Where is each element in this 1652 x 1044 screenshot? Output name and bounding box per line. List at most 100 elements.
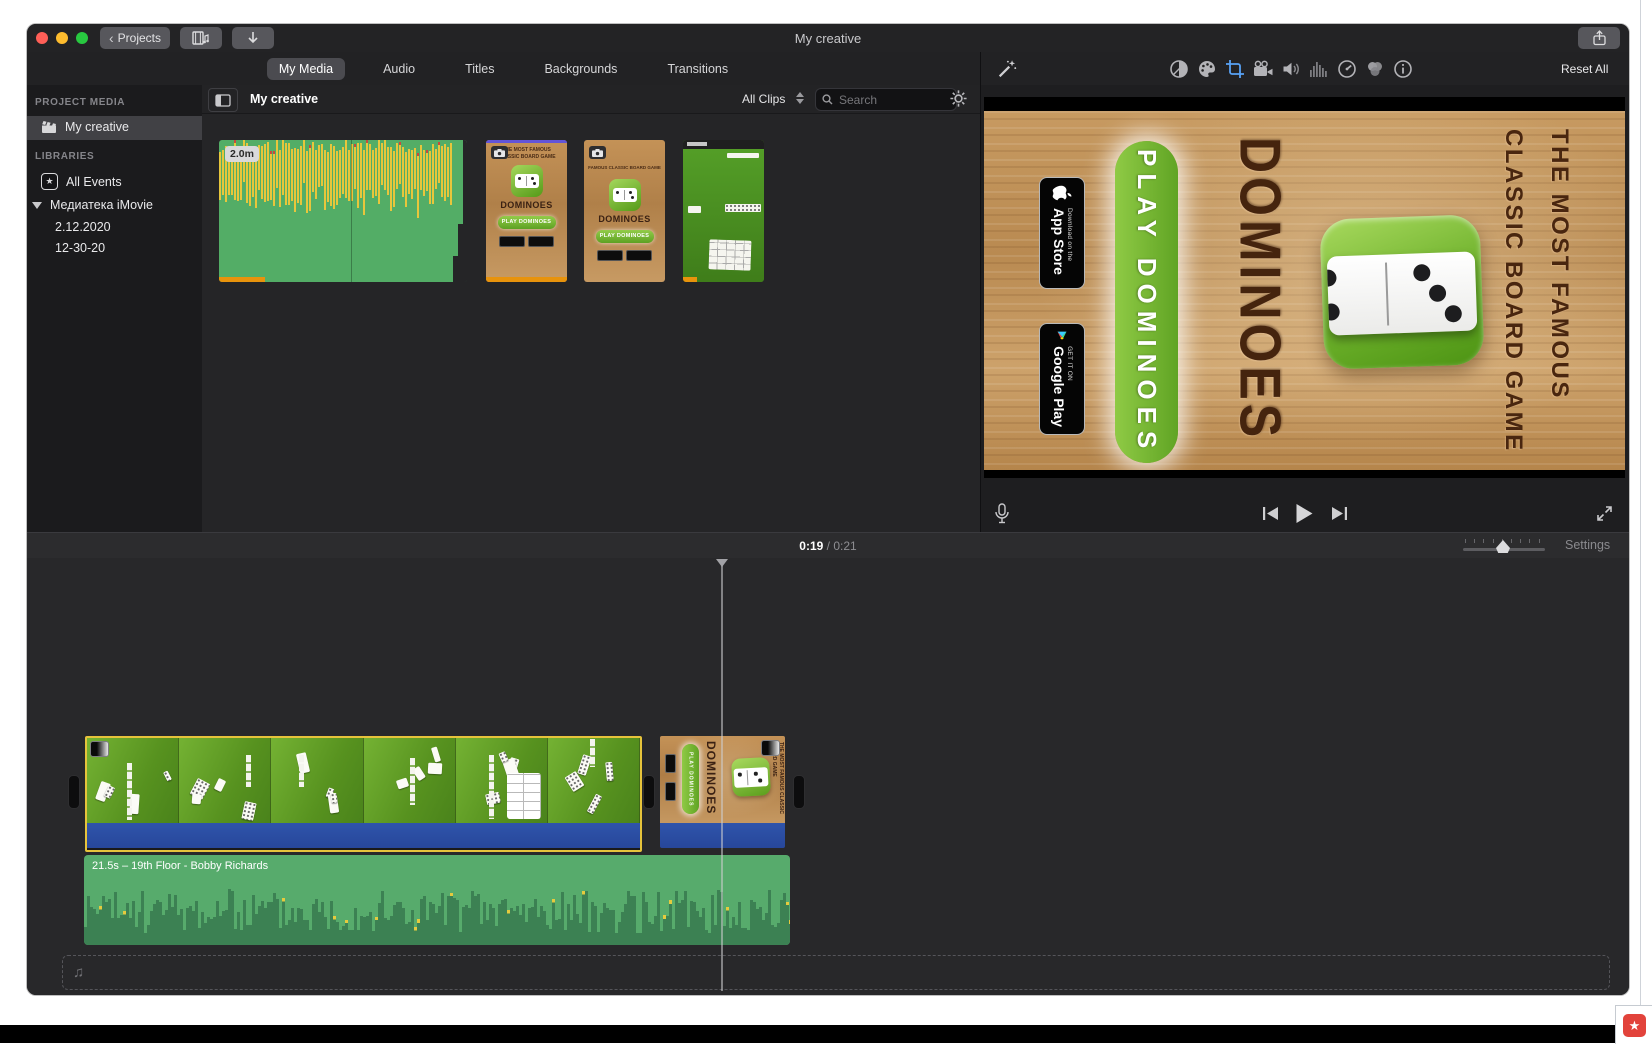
trim-handle-middle[interactable] [643,775,655,809]
projects-back-button[interactable]: ‹ Projects [100,27,170,49]
color-balance-button[interactable] [1165,59,1193,79]
mini-play-button: PLAY DOMINOES [682,744,699,814]
fullscreen-button[interactable] [1596,505,1613,527]
updown-chevrons-icon[interactable] [796,92,804,104]
timeline-video-clip-selected[interactable] [85,736,642,852]
sidebar-item-library[interactable]: Медиатека iMovie [32,198,153,212]
play-button[interactable] [1295,503,1314,529]
color-palette-icon [1197,59,1217,79]
video-camera-icon [1252,59,1274,79]
volume-button[interactable] [1277,59,1305,79]
close-window-button[interactable] [36,32,48,44]
sidebar-item-event-1230[interactable]: 12-30-20 [55,241,105,255]
crop-button[interactable] [1221,59,1249,79]
search-input[interactable] [837,92,936,108]
clip2-artwork: PLAY DOMINOES DOMINOES THE MOST FAMOUS C… [660,736,785,823]
media-tabbar: My Media Audio Titles Backgrounds Transi… [27,52,980,85]
libraries-sidebar: PROJECT MEDIA My creative LIBRARIES ★ Al… [27,85,203,532]
preview-viewer: Download on theApp Store GET IT ONGoogle… [984,97,1625,478]
media-audio-clip[interactable]: 2.0m [219,140,467,282]
adjust-toolbar: Reset All [981,52,1629,85]
media-clip-gameplay[interactable] [683,140,764,282]
trim-handle-left[interactable] [68,775,80,809]
page-edge-line [1640,0,1641,1006]
browser-header: My creative All Clips [202,85,980,114]
background-music-well[interactable]: ♫ [62,955,1610,990]
thumb-play-button: PLAY DOMINOES [498,216,556,229]
gameplay-domino-cluster [708,239,751,270]
playhead[interactable] [721,559,723,991]
voiceover-record-button[interactable] [994,503,1010,530]
speed-button[interactable] [1333,59,1361,79]
mini-app-icon [731,757,771,797]
google-play-icon [1053,331,1071,340]
apple-logo-icon [1052,185,1072,202]
clapperboard-icon [41,121,57,134]
skip-to-start-button[interactable] [1262,506,1279,526]
skip-to-end-button[interactable] [1331,506,1348,526]
artwork-app-icon [1319,214,1484,369]
sidebar-item-event-2020[interactable]: 2.12.2020 [55,220,111,234]
clip-filter-button[interactable] [1361,59,1389,79]
media-browser: My creative All Clips 2.0m [202,85,980,532]
skip-end-icon [1331,506,1348,521]
project-media-header: PROJECT MEDIA [35,97,125,108]
media-import-button[interactable] [180,27,222,49]
thumb-play-button: PLAY DOMINOES [596,230,654,243]
tab-my-media[interactable]: My Media [267,58,345,80]
zoom-window-button[interactable] [76,32,88,44]
noise-reduction-button[interactable] [1305,60,1333,78]
timeline-settings-button[interactable]: Settings [1565,538,1610,552]
color-balance-icon [1169,59,1189,79]
effect-badge-icon [90,741,109,757]
camera-badge-icon [491,146,508,159]
color-correction-button[interactable] [1193,59,1221,79]
share-button[interactable] [1578,27,1620,49]
timeline-zoom-slider[interactable] [1463,539,1545,553]
timeline-image-clip[interactable]: PLAY DOMINOES DOMINOES THE MOST FAMOUS C… [660,736,785,848]
gameplay-domino-strip [725,204,761,212]
auto-enhance-button[interactable] [993,58,1021,80]
clip-info-button[interactable] [1389,59,1417,79]
libraries-header: LIBRARIES [35,151,94,162]
sidebar-item-my-creative[interactable]: My creative [41,120,129,134]
clip-wrap-line [351,140,352,282]
minimize-window-button[interactable] [56,32,68,44]
chevron-left-icon: ‹ [109,30,114,46]
extension-card: ★ [1615,1005,1652,1044]
used-range-indicator [486,277,567,282]
sidebar-item-all-events[interactable]: ★ All Events [41,173,122,190]
clips-filter-dropdown[interactable]: All Clips [742,92,785,106]
star-extension-icon[interactable]: ★ [1623,1014,1646,1037]
stabilization-button[interactable] [1249,59,1277,79]
timeline[interactable]: PLAY DOMINOES DOMINOES THE MOST FAMOUS C… [27,558,1629,995]
titlebar: ‹ Projects My creative [27,24,1629,53]
media-clip-screenshot-2[interactable]: FAMOUS CLASSIC BOARD GAME DOMINOES PLAY … [584,140,665,282]
search-field[interactable] [815,88,957,111]
domino-tile [1327,251,1478,335]
tab-titles[interactable]: Titles [453,58,506,80]
mini-app-title: DOMINOES [704,741,718,819]
browser-settings-button[interactable] [949,89,968,113]
music-waveform [84,883,790,945]
timeline-music-clip[interactable]: 21.5s – 19th Floor - Bobby Richards [84,855,790,945]
reset-all-button[interactable]: Reset All [1561,62,1608,76]
artwork-tagline: THE MOST FAMOUS CLASSIC BOARD GAME [1486,129,1586,461]
effect-badge-icon [761,740,780,756]
tab-transitions[interactable]: Transitions [655,58,740,80]
tab-audio[interactable]: Audio [371,58,427,80]
camera-badge-icon [589,146,606,159]
trim-handle-right[interactable] [793,775,805,809]
filmstrip-music-icon [192,31,210,45]
media-clip-screenshot-1[interactable]: THE MOST FAMOUS CLASSIC BOARD GAME DOMIN… [486,140,567,282]
tab-backgrounds[interactable]: Backgrounds [532,58,629,80]
thumb-app-title: DOMINOES [584,214,665,224]
imovie-window: ‹ Projects My creative My Media Audio Ti… [27,24,1629,995]
sidebar-toggle-button[interactable] [208,88,238,112]
import-download-button[interactable] [232,27,274,49]
clip-duration-badge: 2.0m [225,146,259,162]
preview-artwork: Download on theApp Store GET IT ONGoogle… [984,111,1625,470]
skip-start-icon [1262,506,1279,521]
info-icon [1393,59,1413,79]
current-time: 0:19 [799,539,823,553]
